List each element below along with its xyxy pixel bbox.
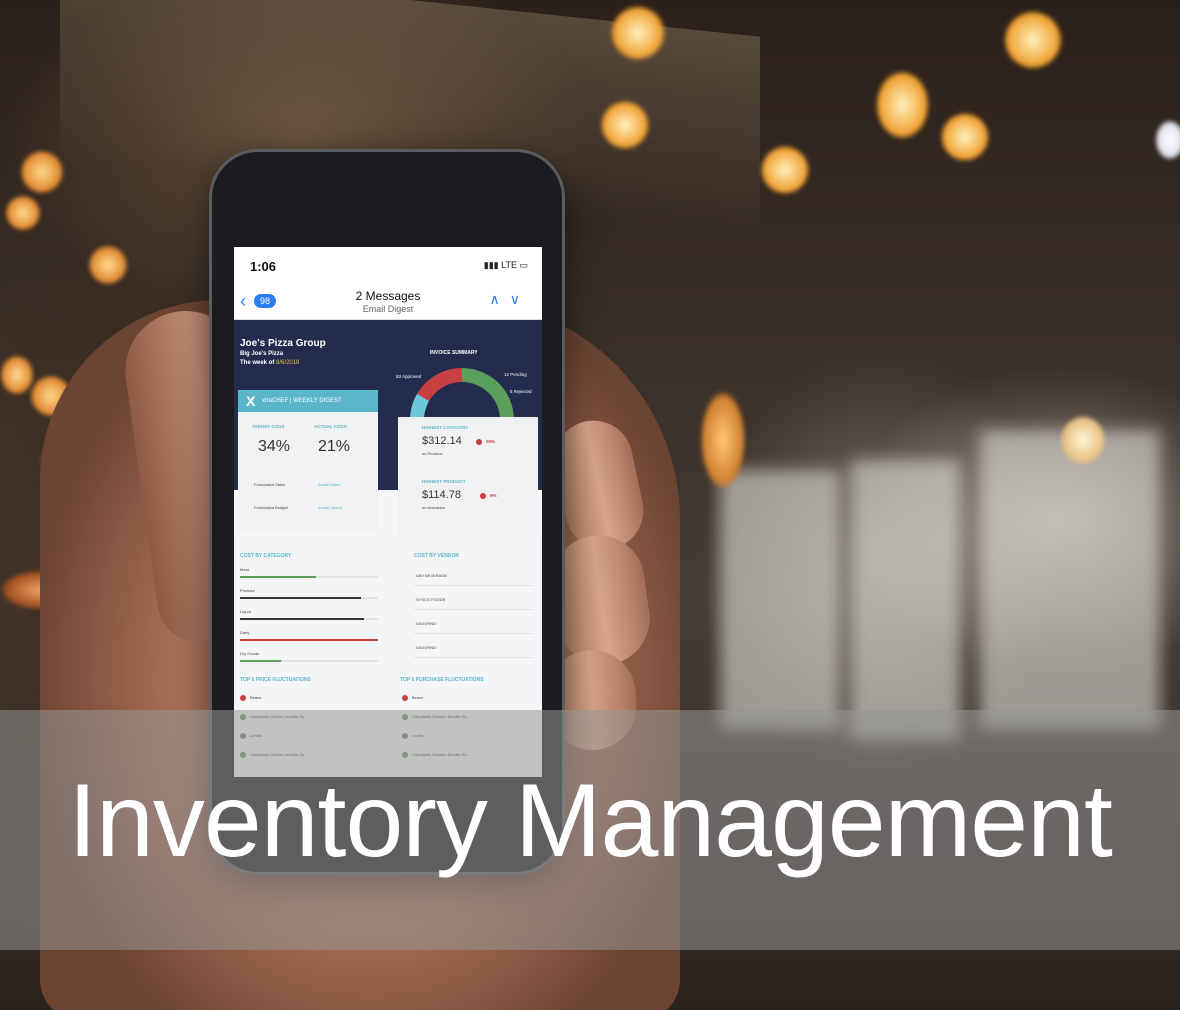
window-light bbox=[720, 470, 840, 730]
window-light bbox=[980, 430, 1160, 730]
vendor-divider bbox=[414, 585, 534, 586]
bokeh-light bbox=[88, 245, 128, 285]
actual-cogs-label: ACTUAL COGS bbox=[314, 424, 347, 429]
purchase-fluctuations-title: TOP 5 PURCHASE FLUCTUATIONS bbox=[400, 677, 484, 683]
highlights-card: HIGHEST CATEGORY $312.14 20% on Produce … bbox=[398, 417, 538, 535]
forecasted-budget-label: Forecasted Budget bbox=[254, 505, 288, 510]
vendor-row: DIGIORNO bbox=[416, 621, 437, 626]
bokeh-light bbox=[875, 70, 930, 140]
brand-header: X xtraCHEF | WEEKLY DIGEST bbox=[238, 390, 378, 412]
vendor-divider bbox=[414, 633, 534, 634]
location-name: Big Joe's Pizza bbox=[240, 351, 284, 357]
bokeh-light bbox=[1003, 10, 1063, 70]
bokeh-light bbox=[940, 112, 990, 162]
category-bar bbox=[240, 660, 378, 662]
vendor-divider bbox=[414, 657, 534, 658]
vendor-row: ABV BEVERAGE bbox=[416, 573, 448, 578]
highest-category-pct: 20% bbox=[486, 439, 496, 444]
fluctuation-item: Beans bbox=[250, 695, 262, 700]
highest-product-pct: 9% bbox=[490, 493, 497, 498]
target-cogs-value: 34% bbox=[258, 438, 291, 455]
bokeh-light bbox=[20, 150, 64, 194]
message-nav-arrows-icon[interactable]: ∧∨ bbox=[490, 291, 531, 308]
actual-spend-label: Actual Spend bbox=[318, 505, 342, 510]
fluctuation-item: Beans bbox=[412, 695, 424, 700]
vendor-row: DIGIORNO bbox=[416, 645, 437, 650]
vendor-divider bbox=[414, 609, 534, 610]
highest-category-value: $312.14 bbox=[422, 435, 462, 447]
xtrachef-logo-icon: X bbox=[246, 393, 256, 409]
highest-product-label: HIGHEST PRODUCT bbox=[422, 479, 466, 484]
cost-by-vendor-title: COST BY VENDOR bbox=[414, 553, 459, 559]
pending-label: 12 Pending bbox=[504, 372, 527, 377]
category-bar bbox=[240, 639, 378, 641]
bokeh-light bbox=[610, 5, 666, 61]
increase-arrow-icon bbox=[476, 439, 482, 445]
highest-category-label: HIGHEST CATEGORY bbox=[422, 425, 469, 430]
bokeh-light bbox=[5, 195, 41, 231]
vendor-row: SYSCO FOODS bbox=[416, 597, 446, 602]
bokeh-light bbox=[1155, 120, 1180, 160]
highest-category-name: on Produce bbox=[422, 451, 443, 456]
increase-arrow-icon bbox=[240, 695, 246, 701]
brand-label: xtraCHEF | WEEKLY DIGEST bbox=[262, 398, 342, 404]
actual-sales-label: Actual Sales bbox=[318, 482, 341, 487]
category-bar bbox=[240, 597, 378, 599]
category-label: Dairy bbox=[240, 630, 250, 635]
caption-title: Inventory Management bbox=[68, 763, 1113, 879]
status-time: 1:06 bbox=[250, 259, 277, 274]
bokeh-light bbox=[760, 145, 810, 195]
approved-label: 53 Approved bbox=[396, 374, 422, 379]
category-bar bbox=[240, 618, 378, 620]
category-label: Dry Goods bbox=[240, 651, 260, 656]
category-label: Produce bbox=[240, 588, 255, 593]
price-fluctuations-title: TOP 5 PRICE FLUCTUATIONS bbox=[240, 677, 311, 683]
signal-indicator: ▮▮▮ LTE ▭ bbox=[483, 260, 528, 270]
actual-cogs-value: 21% bbox=[318, 438, 351, 455]
phone-screen: 1:06 ▮▮▮ LTE ▭ ‹ 98 2 Messages Email Dig… bbox=[234, 247, 542, 777]
week-label: The week of 8/6/2018 bbox=[240, 360, 300, 366]
bokeh-light bbox=[700, 390, 746, 490]
increase-arrow-icon bbox=[480, 493, 486, 499]
window-light bbox=[850, 460, 960, 740]
highest-product-value: $114.78 bbox=[422, 489, 461, 501]
rejected-label: 5 Rejected bbox=[510, 389, 532, 394]
target-cogs-label: TARGET COGS bbox=[252, 424, 285, 429]
forecasted-sales-label: Forecasted Sales bbox=[254, 482, 286, 487]
bokeh-light bbox=[0, 355, 34, 395]
mail-navbar: ‹ 98 2 Messages Email Digest ∧∨ bbox=[234, 285, 542, 320]
category-label: Liquor bbox=[240, 609, 252, 614]
status-bar: 1:06 ▮▮▮ LTE ▭ bbox=[234, 247, 542, 285]
cost-by-category-title: COST BY CATEGORY bbox=[240, 553, 292, 559]
group-name: Joe's Pizza Group bbox=[240, 338, 326, 349]
category-bar bbox=[240, 576, 378, 578]
invoice-summary-title: INVOICE SUMMARY bbox=[430, 350, 478, 356]
bokeh-light bbox=[1060, 415, 1106, 465]
highest-product-name: on Avocados bbox=[422, 505, 445, 510]
cogs-card: X xtraCHEF | WEEKLY DIGEST TARGET COGS A… bbox=[238, 390, 378, 532]
increase-arrow-icon bbox=[402, 695, 408, 701]
category-label: Meat bbox=[240, 567, 249, 572]
bokeh-light bbox=[600, 100, 650, 150]
